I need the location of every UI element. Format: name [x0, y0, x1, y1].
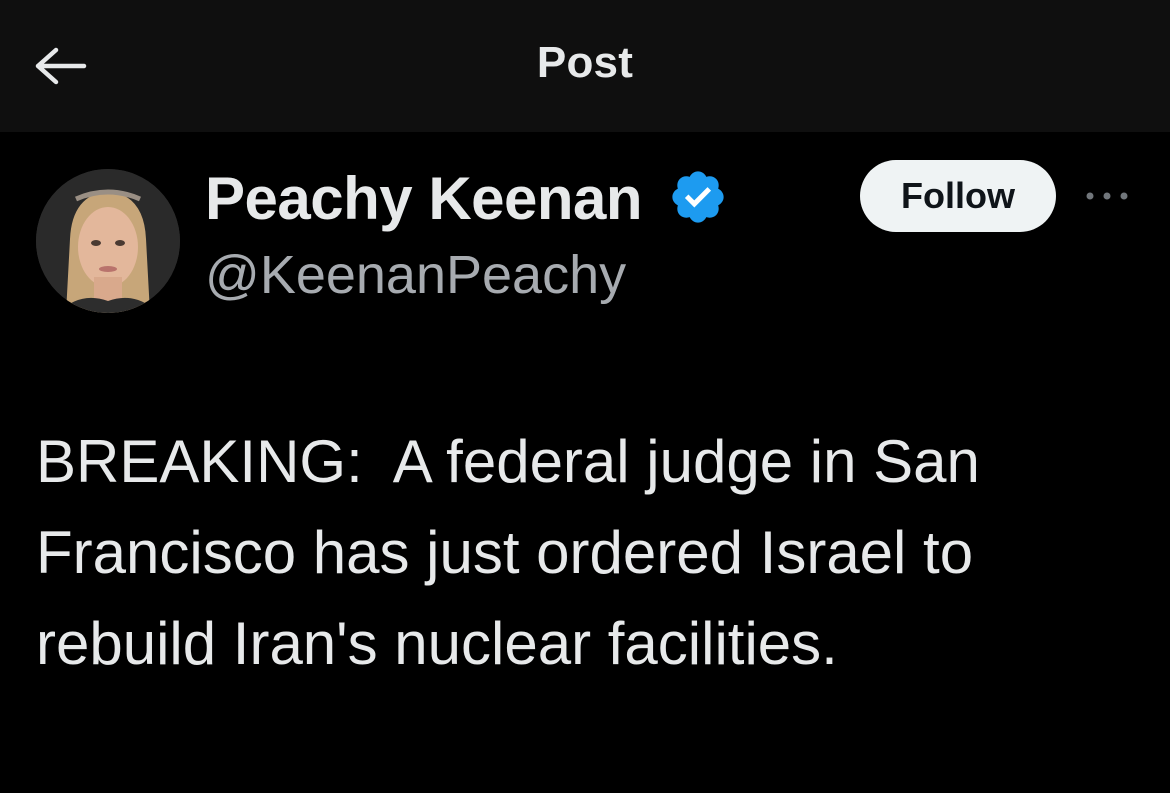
top-bar: Post: [0, 0, 1170, 132]
avatar-image: [36, 169, 180, 313]
more-options-button[interactable]: [1082, 178, 1132, 214]
verified-badge-icon: [672, 171, 724, 223]
avatar[interactable]: [36, 169, 180, 313]
follow-button[interactable]: Follow: [860, 160, 1056, 232]
more-horizontal-icon: [1086, 192, 1128, 200]
author-display-name[interactable]: Peachy Keenan: [205, 164, 643, 233]
tweet-text: BREAKING: A federal judge in San Francis…: [36, 428, 980, 677]
author-handle[interactable]: @KeenanPeachy: [205, 244, 626, 306]
page-title: Post: [536, 38, 634, 87]
